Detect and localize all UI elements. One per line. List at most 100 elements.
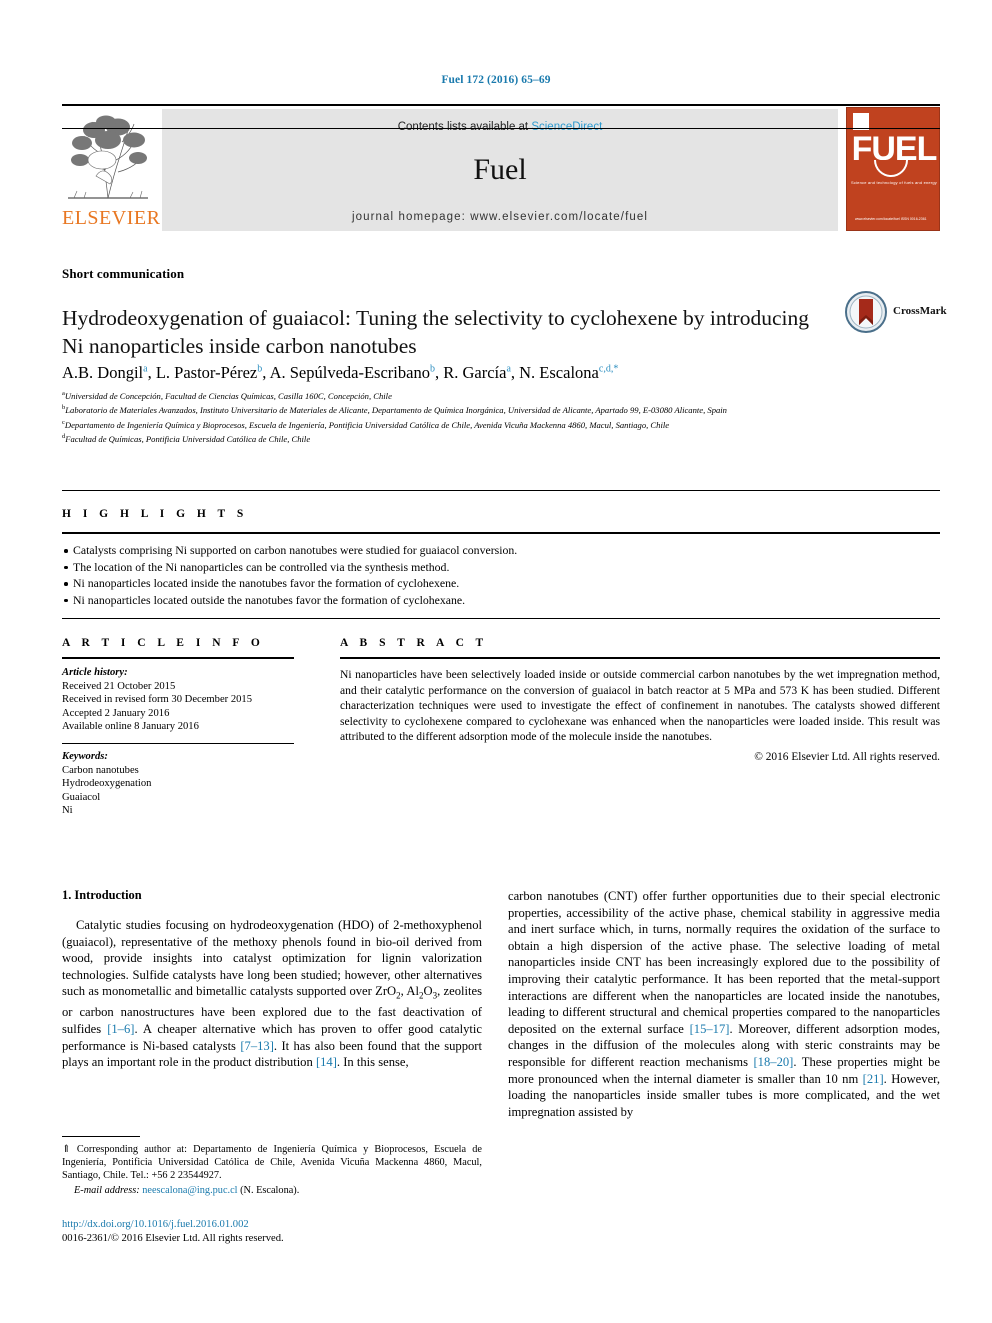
- affiliation-text: Facultad de Químicas, Pontificia Univers…: [65, 433, 311, 444]
- affiliation-b: bLaboratorio de Materiales Avanzados, In…: [62, 402, 922, 416]
- author-2: L. Pastor-Pérezb,: [156, 363, 270, 382]
- list-item: Ni nanoparticles located outside the nan…: [62, 592, 940, 609]
- paragraph-intro-left: Catalytic studies focusing on hydrodeoxy…: [62, 917, 482, 1071]
- affiliation-text: Laboratorio de Materiales Avanzados, Ins…: [65, 405, 727, 416]
- highlights-mid-rule: [62, 532, 940, 534]
- list-item: Catalysts comprising Ni supported on car…: [62, 542, 940, 559]
- author-name: L. Pastor-Pérez: [155, 362, 258, 382]
- journal-cover-thumbnail[interactable]: FUEL Science and technology of fuels and…: [846, 107, 940, 231]
- affiliation-a: aUniversidad de Concepción, Facultad de …: [62, 388, 922, 402]
- crossmark-label: CrossMark: [893, 305, 947, 317]
- cover-subtitle-text: Science and technology of fuels and ener…: [850, 180, 937, 185]
- paragraph-text: O: [423, 984, 433, 999]
- crossmark-badge[interactable]: CrossMark: [845, 291, 947, 337]
- paragraph-text: , Al: [400, 984, 419, 999]
- abstract-panel: A B S T R A C T Ni nanoparticles have be…: [340, 637, 940, 763]
- keywords-block: Keywords: Carbon nanotubes Hydrodeoxygen…: [62, 750, 294, 818]
- keyword-item: Carbon nanotubes: [62, 764, 139, 776]
- author-5: N. Escalonac,d,*: [519, 363, 618, 382]
- citation-link[interactable]: [7–13]: [240, 1039, 274, 1053]
- paragraph-text: . In this sense,: [336, 1055, 409, 1070]
- doi-link[interactable]: http://dx.doi.org/10.1016/j.fuel.2016.01…: [62, 1218, 492, 1232]
- author-4: R. Garcíaa,: [443, 363, 519, 382]
- corresponding-author-footnote: ⇑ Corresponding author at: Departamento …: [62, 1143, 482, 1197]
- author-list: A.B. Dongila, L. Pastor-Pérezb, A. Sepúl…: [62, 358, 862, 384]
- author-name: A. Sepúlveda-Escribano: [269, 362, 430, 382]
- article-type-label: Short communication: [62, 266, 185, 281]
- sciencedirect-link[interactable]: ScienceDirect: [531, 121, 602, 133]
- affiliation-text: Universidad de Concepción, Facultad de C…: [64, 390, 392, 401]
- author-name: R. García: [443, 362, 507, 382]
- keyword-item: Ni: [62, 805, 73, 817]
- affiliation-d: dFacultad de Químicas, Pontificia Univer…: [62, 431, 922, 445]
- article-info-separator: [62, 742, 294, 744]
- citation-link[interactable]: [14]: [316, 1055, 337, 1069]
- journal-header: ELSEVIER Contents lists available at Sci…: [62, 104, 940, 232]
- paragraph-text: Catalytic studies focusing on hydrodeoxy…: [62, 918, 482, 999]
- citation-link[interactable]: [18–20]: [753, 1055, 793, 1069]
- article-history-label: Article history:: [62, 667, 128, 678]
- doi-block: http://dx.doi.org/10.1016/j.fuel.2016.01…: [62, 1218, 492, 1246]
- highlights-top-rule: [62, 490, 940, 491]
- journal-homepage-line[interactable]: journal homepage: www.elsevier.com/locat…: [162, 211, 838, 223]
- abstract-copyright: © 2016 Elsevier Ltd. All rights reserved…: [754, 750, 940, 763]
- body-column-right: carbon nanotubes (CNT) offer further opp…: [508, 888, 940, 1120]
- history-revised: Received in revised form 30 December 201…: [62, 694, 253, 706]
- footnote-rule: [62, 1136, 140, 1137]
- journal-title: Fuel: [473, 153, 527, 186]
- keyword-item: Hydrodeoxygenation: [62, 778, 152, 790]
- history-received: Received 21 October 2015: [62, 680, 176, 692]
- highlights-list: Catalysts comprising Ni supported on car…: [62, 542, 940, 608]
- citation-link[interactable]: [15–17]: [690, 1022, 730, 1036]
- email-line: E-mail address: neescalona@ing.puc.cl (N…: [62, 1184, 482, 1197]
- elsevier-logo: ELSEVIER: [62, 108, 160, 232]
- highlights-heading: H I G H L I G H T S: [62, 508, 248, 520]
- keywords-label: Keywords:: [62, 750, 108, 762]
- cover-swoosh-shape: [874, 160, 908, 177]
- affiliation-c: cDepartamento de Ingeniería Química y Bi…: [62, 417, 922, 431]
- citation-link[interactable]: [21]: [863, 1072, 884, 1086]
- article-info-panel: A R T I C L E I N F O Article history: R…: [62, 637, 294, 818]
- article-history-block: Article history: Received 21 October 201…: [62, 666, 294, 734]
- author-affil-mark[interactable]: c,d,*: [599, 363, 618, 374]
- corresponding-author-text: Corresponding author at: Departamento de…: [62, 1144, 483, 1182]
- issn-copyright-line: 0016-2361/© 2016 Elsevier Ltd. All right…: [62, 1233, 284, 1244]
- corresponding-author-symbol: ⇑: [62, 1144, 71, 1155]
- email-owner: (N. Escalona).: [240, 1184, 300, 1196]
- list-item: The location of the Ni nanoparticles can…: [62, 559, 940, 576]
- email-label: E-mail address:: [74, 1184, 140, 1196]
- abstract-text: Ni nanoparticles have been selectively l…: [340, 668, 940, 744]
- article-page: Fuel 172 (2016) 65–69 ELSEVIER Contents …: [0, 0, 992, 1323]
- article-info-heading: A R T I C L E I N F O: [62, 637, 265, 649]
- contents-prefix: Contents lists available at: [397, 121, 532, 133]
- author-1: A.B. Dongila,: [62, 363, 156, 382]
- affiliation-text: Departamento de Ingeniería Química y Bio…: [64, 419, 670, 430]
- contents-available-line: Contents lists available at ScienceDirec…: [162, 121, 838, 133]
- header-bottom-rule: [62, 128, 940, 129]
- abstract-heading: A B S T R A C T: [340, 637, 488, 649]
- crossmark-icon: [845, 291, 887, 333]
- section-heading-introduction: 1. Introduction: [62, 888, 142, 902]
- body-column-left: 1. Introduction Catalytic studies focusi…: [62, 888, 482, 1071]
- keyword-item: Guaiacol: [62, 791, 101, 803]
- paragraph-intro-right: carbon nanotubes (CNT) offer further opp…: [508, 888, 940, 1120]
- author-separator: ,: [262, 362, 270, 382]
- list-item: Ni nanoparticles located inside the nano…: [62, 575, 940, 592]
- author-name: N. Escalona: [519, 362, 599, 382]
- abstract-rule: [340, 657, 940, 659]
- cover-footer-text: www.elsevier.com/locate/fuel ISSN 0016-2…: [855, 217, 927, 221]
- article-info-rule: [62, 657, 294, 659]
- header-top-rule: [62, 104, 940, 106]
- author-separator: ,: [147, 362, 156, 382]
- history-accepted: Accepted 2 January 2016: [62, 707, 170, 719]
- author-3: A. Sepúlveda-Escribanob,: [270, 363, 444, 382]
- citation-link[interactable]: [1–6]: [107, 1022, 134, 1036]
- affiliation-list: aUniversidad de Concepción, Facultad de …: [62, 388, 922, 445]
- author-separator: ,: [434, 362, 444, 382]
- paragraph-text: carbon nanotubes (CNT) offer further opp…: [508, 889, 940, 1036]
- email-link[interactable]: neescalona@ing.puc.cl: [142, 1185, 237, 1196]
- running-head: Fuel 172 (2016) 65–69: [441, 74, 551, 86]
- page-title: Hydrodeoxygenation of guaiacol: Tuning t…: [62, 306, 809, 359]
- history-online: Available online 8 January 2016: [62, 721, 199, 733]
- highlights-bottom-rule: [62, 618, 940, 619]
